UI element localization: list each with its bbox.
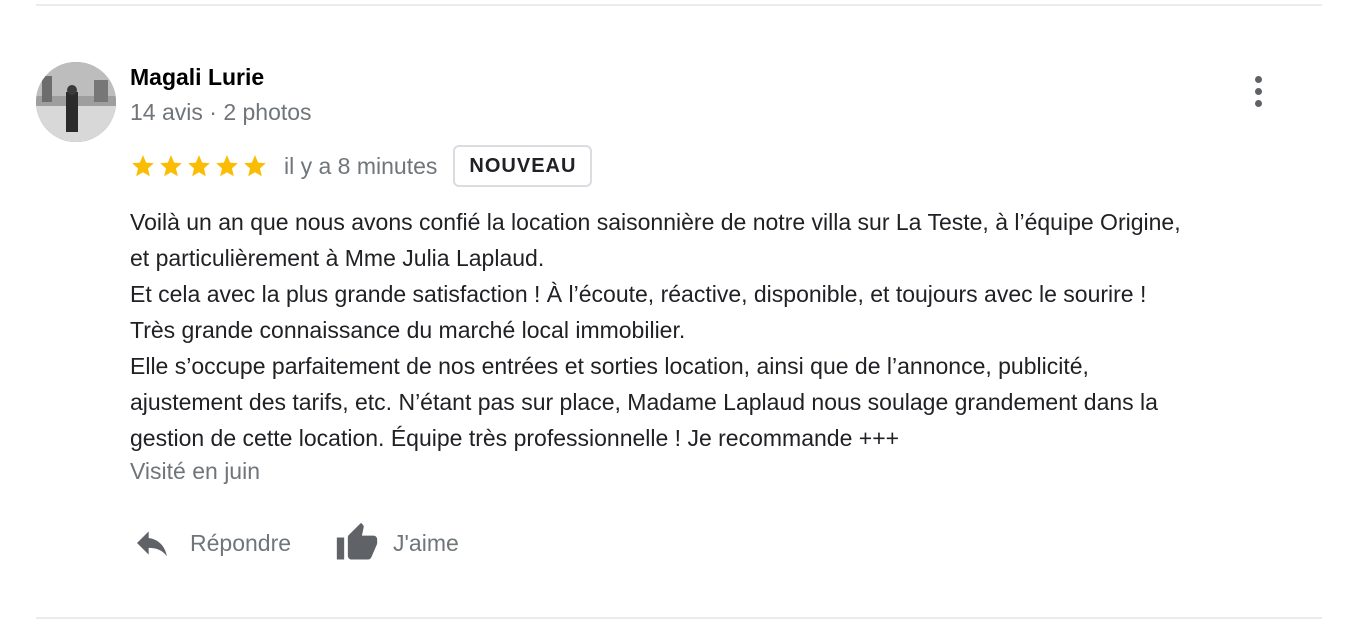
rating-row: il y a 8 minutes NOUVEAU <box>130 144 593 188</box>
avatar-photo <box>36 62 116 142</box>
visited-date: Visité en juin <box>130 458 260 484</box>
reply-arrow-icon <box>130 521 174 565</box>
like-label: J'aime <box>393 529 459 556</box>
more-vert-icon <box>1254 75 1262 83</box>
bottom-divider <box>36 617 1322 619</box>
review-time: il y a 8 minutes <box>284 152 438 179</box>
thumb-up-icon <box>335 521 379 565</box>
avatar[interactable] <box>36 62 116 142</box>
review-text-line: Voilà un an que nous avons confié la loc… <box>130 209 1181 235</box>
new-badge: NOUVEAU <box>453 145 593 187</box>
star-icon <box>244 155 266 177</box>
review-text-line: ajustement des tarifs, etc. N’étant pas … <box>130 389 1158 415</box>
star-rating <box>130 153 268 179</box>
star-icon <box>216 155 238 177</box>
reply-label: Répondre <box>190 529 292 556</box>
reply-button[interactable]: Répondre <box>130 521 291 565</box>
top-divider <box>36 4 1322 6</box>
author-meta: 14 avis · 2 photos <box>130 99 312 125</box>
review-actions: Répondre J'aime <box>130 515 459 571</box>
star-icon <box>132 155 154 177</box>
more-options-button[interactable] <box>1240 70 1276 112</box>
star-icon <box>188 155 210 177</box>
review-text: Voilà un an que nous avons confié la loc… <box>130 204 1330 456</box>
author-name[interactable]: Magali Lurie <box>130 64 264 91</box>
review-text-line: et particulièrement à Mme Julia Laplaud. <box>130 245 545 271</box>
star-icon <box>160 155 182 177</box>
review-text-line: Elle s’occupe parfaitement de nos entrée… <box>130 353 1089 379</box>
review-text-line: gestion de cette location. Équipe très p… <box>130 425 900 451</box>
review-text-line: Très grande connaissance du marché local… <box>130 317 686 343</box>
review-text-line: Et cela avec la plus grande satisfaction… <box>130 281 1147 307</box>
like-button[interactable]: J'aime <box>335 521 459 565</box>
